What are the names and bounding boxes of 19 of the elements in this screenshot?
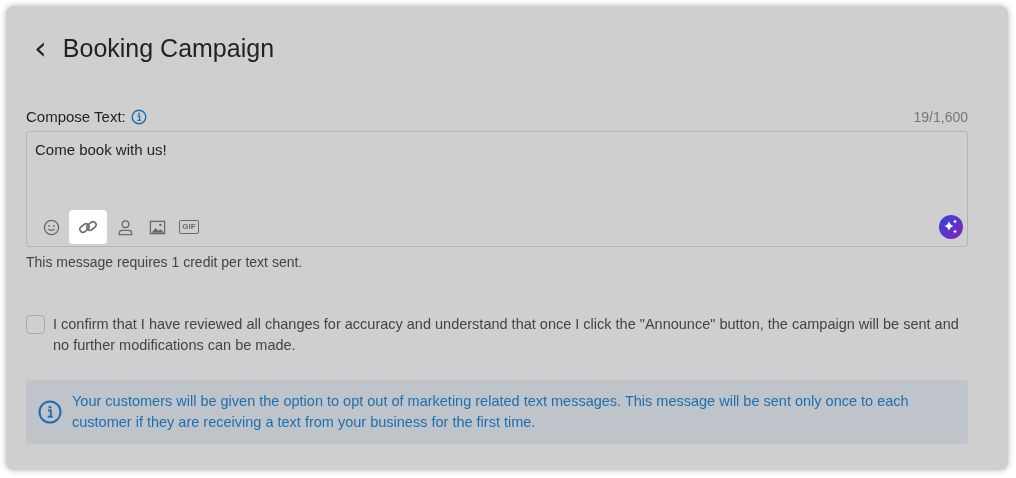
message-field[interactable]: Come book with us! GIF <box>26 131 968 247</box>
page-title: Booking Campaign <box>62 33 275 63</box>
image-icon <box>148 218 166 236</box>
ai-assist-button[interactable] <box>939 215 963 239</box>
field-label: Compose Text: <box>26 108 126 125</box>
info-icon[interactable] <box>130 108 147 125</box>
credit-note: This message requires 1 credit per text sent. <box>26 254 304 270</box>
sparkle-icon <box>939 215 963 239</box>
back-button[interactable]: ‹ <box>34 32 47 64</box>
info-text: Your customers will be given the option to opt out of marketing related text messages. This message will be sent only once to each customer if they are receiving a text from your business for the first time. <box>72 392 910 432</box>
gif-button[interactable]: GIF <box>173 210 205 244</box>
info-icon <box>38 400 62 424</box>
confirm-checkbox[interactable] <box>26 315 45 334</box>
smiley-icon <box>42 218 60 236</box>
link-button[interactable] <box>69 210 107 244</box>
message-text: Come book with us! <box>35 141 168 158</box>
character-counter: 19/1,600 <box>913 108 968 125</box>
person-icon <box>116 218 134 236</box>
confirm-text: I confirm that I have reviewed all changes for accuracy and understand that once I click the "Announce" button, the campaign will be sent and no further modifications can be made. <box>53 315 960 355</box>
